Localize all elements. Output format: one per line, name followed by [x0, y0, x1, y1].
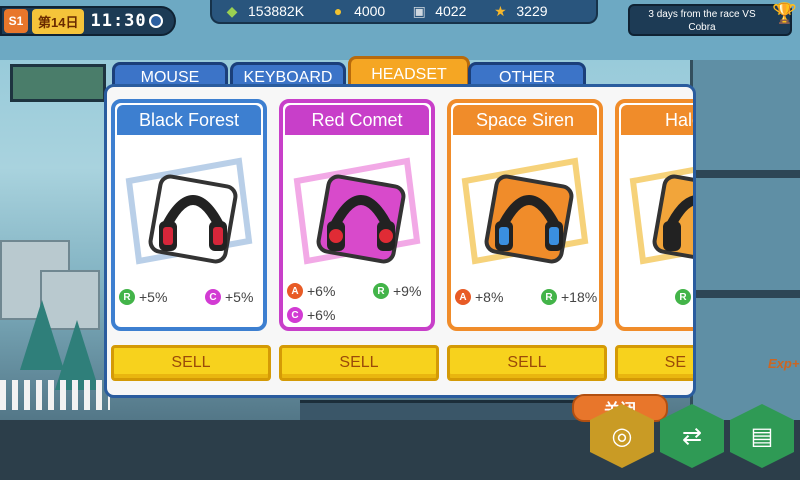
season-badge: S1 [4, 9, 28, 33]
stat-rhythm: R +5% [119, 289, 167, 305]
headset-icon [293, 157, 421, 265]
item-name: Space Siren [453, 105, 597, 135]
badge-c: C [287, 307, 303, 323]
tv-icon: ▣ [412, 2, 426, 19]
stat-rhythm: R +18% [541, 289, 597, 305]
item-stats: R +5% C +5% [119, 283, 259, 327]
item-card[interactable]: Space Siren A +8% R +18% [447, 99, 603, 331]
badge-r: R [373, 283, 389, 299]
wall-poster [10, 64, 106, 102]
stat-control: C +5% [205, 289, 253, 305]
day-label: 第14日 [32, 8, 85, 34]
headset-icon [461, 157, 589, 265]
item-stats: R +2 [623, 283, 696, 327]
sell-button[interactable]: SELL [447, 345, 607, 381]
item-name: Halo-C [621, 105, 693, 135]
headset-icon [125, 157, 253, 265]
race-countdown[interactable]: 3 days from the race VS Cobra 🏆 [628, 3, 797, 36]
resource-gems: ◆ 153882K [222, 2, 304, 20]
item-name: Red Comet [285, 105, 429, 135]
resource-stars: ★ 3229 [490, 2, 547, 20]
sell-button[interactable]: SE [615, 345, 693, 381]
badge-r: R [541, 289, 557, 305]
resource-coins: ● 4000 [328, 2, 385, 20]
exp-label: Exp+ [768, 356, 800, 371]
trophy-icon: 🏆 [772, 3, 797, 25]
badge-r: R [675, 289, 691, 305]
fence [0, 380, 110, 410]
stat-aim: A +8% [455, 289, 503, 305]
medal-icon: ◎ [611, 422, 633, 450]
fans-value: 4022 [435, 3, 467, 19]
headset-icon [629, 167, 693, 265]
stat-value: +9% [393, 283, 422, 299]
time-panel: S1 第14日 11:30 [0, 6, 176, 36]
coins-value: 4000 [354, 3, 386, 19]
swap-icon: ⇄ [681, 422, 703, 450]
item-stats: A +8% R +18% [455, 283, 597, 327]
clock-icon [148, 14, 163, 28]
stat-value: +6% [307, 283, 336, 299]
star-icon: ★ [494, 2, 507, 19]
race-text: 3 days from the race VS Cobra [648, 9, 756, 33]
item-stats: A +6% R +9% C +6% [287, 283, 427, 327]
stat-value: +18% [561, 289, 598, 305]
item-card[interactable]: Black Forest R +5% C +5% [111, 99, 267, 331]
stat-rhythm: R +2 [675, 289, 696, 305]
badge-a: A [287, 283, 303, 299]
coin-icon: ● [333, 3, 343, 19]
badge-r: R [119, 289, 135, 305]
stat-rhythm: R +9% [373, 283, 421, 299]
item-card[interactable]: Red Comet A +6% R +9% C +6% [279, 99, 435, 331]
badge-a: A [455, 289, 471, 305]
stat-control: C +6% [287, 307, 335, 323]
clock: 11:30 [90, 11, 147, 31]
stat-value: +6% [307, 307, 336, 323]
item-name: Black Forest [117, 105, 261, 135]
stat-value: +2 [695, 289, 696, 305]
item-card[interactable]: Halo-C R +2 [615, 99, 696, 331]
gems-value: 153882K [248, 3, 305, 19]
stat-value: +5% [139, 289, 168, 305]
resource-bar: ◆ 153882K ● 4000 ▣ 4022 ★ 3229 [210, 0, 598, 24]
sell-button[interactable]: SELL [111, 345, 271, 381]
stat-value: +8% [475, 289, 504, 305]
gem-icon: ◆ [226, 2, 238, 19]
stat-aim: A +6% [287, 283, 335, 299]
inventory-panel: Black Forest R +5% C +5% Red Comet A +6%… [104, 84, 696, 398]
briefcase-icon: ▤ [750, 422, 774, 450]
sell-button[interactable]: SELL [279, 345, 439, 381]
resource-fans: ▣ 4022 [409, 2, 467, 20]
stat-value: +5% [225, 289, 254, 305]
stars-value: 3229 [516, 3, 548, 19]
badge-c: C [205, 289, 221, 305]
